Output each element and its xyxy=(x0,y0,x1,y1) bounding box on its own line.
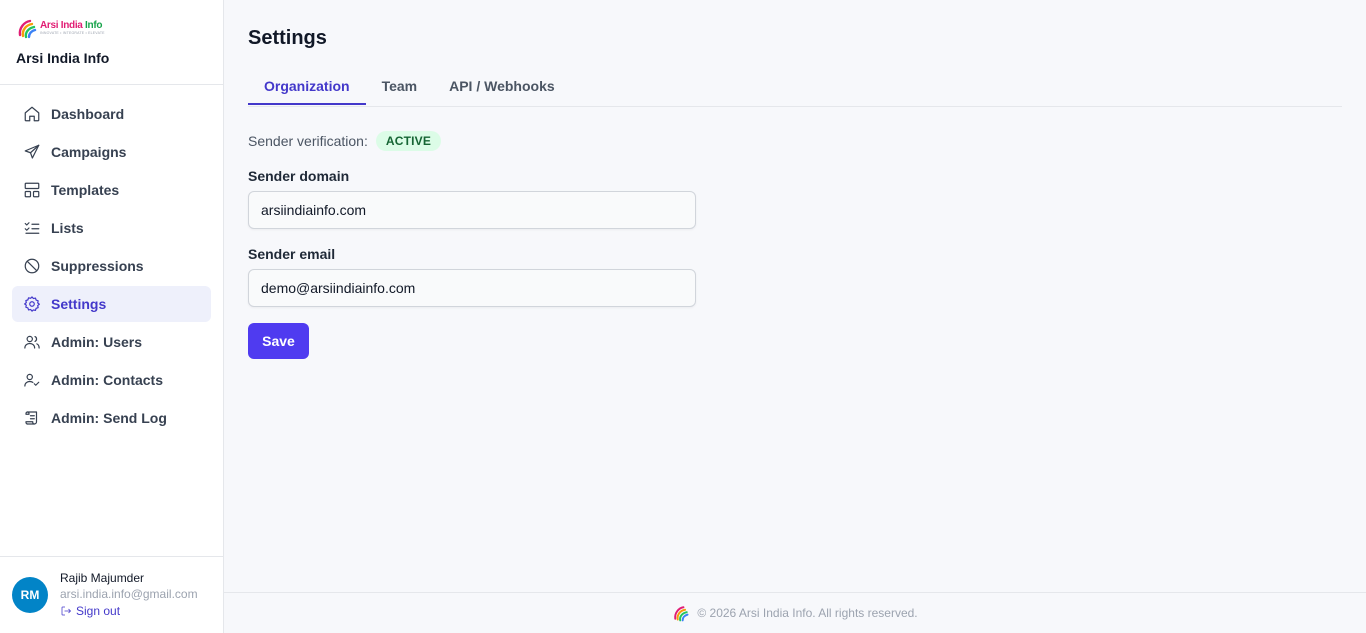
sign-out-link[interactable]: Sign out xyxy=(60,602,198,620)
sidebar-item-label: Admin: Users xyxy=(51,334,143,350)
gear-icon xyxy=(23,295,41,313)
avatar[interactable]: RM xyxy=(12,577,48,613)
status-badge: ACTIVE xyxy=(375,131,442,151)
list-checks-icon xyxy=(23,219,41,237)
sidebar-item-label: Campaigns xyxy=(51,144,127,160)
layout-icon xyxy=(23,181,41,199)
verification-label: Sender verification: xyxy=(248,133,368,149)
sender-email-label: Sender email xyxy=(248,246,336,262)
sidebar-item-admin-contacts[interactable]: Admin: Contacts xyxy=(12,362,211,398)
sign-out-icon xyxy=(61,606,72,616)
logo-tagline: INNOVATE • INTEGRATE • ELEVATE xyxy=(40,30,105,35)
tab-team[interactable]: Team xyxy=(366,68,434,104)
save-button[interactable]: Save xyxy=(248,323,309,359)
user-panel: RM Rajib Majumder arsi.india.info@gmail.… xyxy=(0,556,223,633)
page-title: Settings xyxy=(248,27,327,49)
sidebar-item-label: Dashboard xyxy=(51,106,125,122)
user-check-icon xyxy=(23,371,41,389)
sidebar-item-campaigns[interactable]: Campaigns xyxy=(12,134,211,170)
sidebar-item-dashboard[interactable]: Dashboard xyxy=(12,96,211,132)
sidebar-item-label: Templates xyxy=(51,182,120,198)
sender-domain-label: Sender domain xyxy=(248,168,350,184)
home-icon xyxy=(23,105,41,123)
brand-name: Arsi India Info xyxy=(16,50,110,66)
sidebar-item-label: Lists xyxy=(51,220,84,236)
brand-logo[interactable]: Arsi India Info INNOVATE • INTEGRATE • E… xyxy=(16,16,207,40)
sender-domain-input[interactable] xyxy=(248,191,696,229)
sidebar-item-label: Suppressions xyxy=(51,258,144,274)
sidebar-item-admin-users[interactable]: Admin: Users xyxy=(12,324,211,360)
sidebar: Arsi India Info INNOVATE • INTEGRATE • E… xyxy=(0,0,224,633)
logo-title: Arsi India Info xyxy=(40,19,103,31)
footer-logo-icon xyxy=(674,606,689,622)
sign-out-label: Sign out xyxy=(76,604,121,618)
footer-copyright: © 2026 Arsi India Info. All rights reser… xyxy=(697,606,918,620)
sidebar-item-label: Admin: Contacts xyxy=(51,372,163,388)
users-icon xyxy=(23,333,41,351)
footer: © 2026 Arsi India Info. All rights reser… xyxy=(224,592,1366,633)
sidebar-item-settings[interactable]: Settings xyxy=(12,286,211,322)
sidebar-item-label: Settings xyxy=(51,296,107,312)
settings-tabs: Organization Team API / Webhooks xyxy=(248,70,1342,107)
sidebar-item-suppressions[interactable]: Suppressions xyxy=(12,248,211,284)
sender-email-input[interactable] xyxy=(248,269,696,307)
sender-verification: Sender verification: ACTIVE xyxy=(248,131,442,151)
sidebar-item-templates[interactable]: Templates xyxy=(12,172,211,208)
tab-organization[interactable]: Organization xyxy=(248,68,366,105)
user-email: arsi.india.info@gmail.com xyxy=(60,587,198,601)
scroll-icon xyxy=(23,409,41,427)
sidebar-nav: Dashboard Campaigns Templates Lists Supp… xyxy=(0,85,223,436)
logo-mark-icon xyxy=(18,19,37,39)
main-content: Settings Organization Team API / Webhook… xyxy=(224,0,1366,592)
sidebar-item-lists[interactable]: Lists xyxy=(12,210,211,246)
user-name: Rajib Majumder xyxy=(60,571,145,585)
sidebar-item-label: Admin: Send Log xyxy=(51,410,167,426)
brand-header: Arsi India Info INNOVATE • INTEGRATE • E… xyxy=(0,0,223,85)
ban-icon xyxy=(23,257,41,275)
sidebar-item-admin-send-log[interactable]: Admin: Send Log xyxy=(12,400,211,436)
send-icon xyxy=(23,143,41,161)
tab-api-webhooks[interactable]: API / Webhooks xyxy=(433,68,571,104)
